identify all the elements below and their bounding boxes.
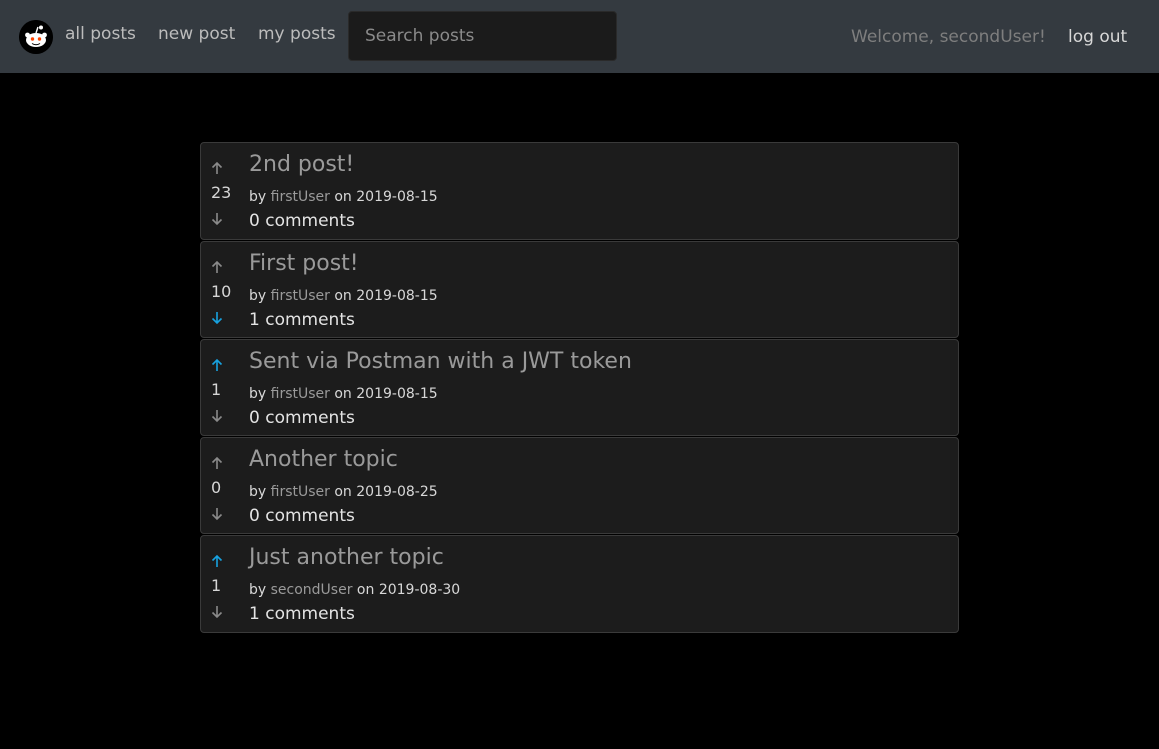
nav-my-posts[interactable]: my posts xyxy=(258,22,336,46)
post-card: 1 Sent via Postman with a JWT token by f… xyxy=(200,339,959,436)
welcome-text: Welcome, secondUser! xyxy=(851,27,1046,47)
meta-by: by xyxy=(249,484,267,500)
downvote-icon[interactable] xyxy=(211,507,223,521)
downvote-icon[interactable] xyxy=(211,409,223,423)
post-score: 10 xyxy=(211,282,232,301)
post-meta: by firstUser on 2019-08-15 xyxy=(249,385,438,403)
post-title[interactable]: First post! xyxy=(249,250,359,278)
meta-on: on xyxy=(334,189,352,205)
post-card: 23 2nd post! by firstUser on 2019-08-15 … xyxy=(200,142,959,240)
downvote-icon[interactable] xyxy=(211,311,223,325)
upvote-icon[interactable] xyxy=(211,554,223,568)
upvote-icon[interactable] xyxy=(211,358,223,372)
post-author[interactable]: secondUser xyxy=(271,582,353,598)
post-title[interactable]: Just another topic xyxy=(249,544,444,572)
post-card: 10 First post! by firstUser on 2019-08-1… xyxy=(200,241,959,338)
upvote-icon[interactable] xyxy=(211,161,223,175)
post-date: 2019-08-25 xyxy=(356,484,438,500)
upvote-icon[interactable] xyxy=(211,260,223,274)
reddit-alien-icon[interactable] xyxy=(19,20,53,54)
post-meta: by secondUser on 2019-08-30 xyxy=(249,581,460,599)
meta-on: on xyxy=(334,386,352,402)
post-score: 1 xyxy=(211,576,222,595)
post-score: 0 xyxy=(211,478,222,497)
post-author[interactable]: firstUser xyxy=(271,288,330,304)
post-card: 1 Just another topic by secondUser on 20… xyxy=(200,535,959,633)
nav-new-post[interactable]: new post xyxy=(158,22,235,46)
search-input[interactable] xyxy=(348,11,617,61)
navbar: all posts new post my posts Welcome, sec… xyxy=(0,0,1159,73)
post-author[interactable]: firstUser xyxy=(271,484,330,500)
post-comments-link[interactable]: 0 comments xyxy=(249,210,355,232)
meta-on: on xyxy=(334,484,352,500)
downvote-icon[interactable] xyxy=(211,212,223,226)
meta-on: on xyxy=(356,582,375,598)
upvote-icon[interactable] xyxy=(211,456,223,470)
post-author[interactable]: firstUser xyxy=(271,189,330,205)
nav-all-posts[interactable]: all posts xyxy=(65,22,136,46)
post-list: 23 2nd post! by firstUser on 2019-08-15 … xyxy=(200,142,959,634)
post-author[interactable]: firstUser xyxy=(271,386,330,402)
post-comments-link[interactable]: 1 comments xyxy=(249,603,355,625)
post-comments-link[interactable]: 0 comments xyxy=(249,407,355,429)
post-title[interactable]: 2nd post! xyxy=(249,151,354,179)
post-score: 1 xyxy=(211,380,222,399)
post-score: 23 xyxy=(211,183,232,202)
post-date: 2019-08-30 xyxy=(378,582,461,598)
post-date: 2019-08-15 xyxy=(356,386,438,402)
post-comments-link[interactable]: 0 comments xyxy=(249,505,355,527)
post-title[interactable]: Sent via Postman with a JWT token xyxy=(249,348,632,376)
meta-on: on xyxy=(334,288,352,304)
meta-by: by xyxy=(249,189,267,205)
meta-by: by xyxy=(249,386,267,402)
post-date: 2019-08-15 xyxy=(356,189,438,205)
post-meta: by firstUser on 2019-08-15 xyxy=(249,287,438,305)
post-meta: by firstUser on 2019-08-15 xyxy=(249,188,438,206)
post-card: 0 Another topic by firstUser on 2019-08-… xyxy=(200,437,959,534)
post-meta: by firstUser on 2019-08-25 xyxy=(249,483,438,501)
post-title[interactable]: Another topic xyxy=(249,446,398,474)
downvote-icon[interactable] xyxy=(211,605,223,619)
meta-by: by xyxy=(249,582,267,598)
meta-by: by xyxy=(249,288,267,304)
post-comments-link[interactable]: 1 comments xyxy=(249,309,355,331)
post-date: 2019-08-15 xyxy=(356,288,438,304)
logout-link[interactable]: log out xyxy=(1068,25,1127,49)
